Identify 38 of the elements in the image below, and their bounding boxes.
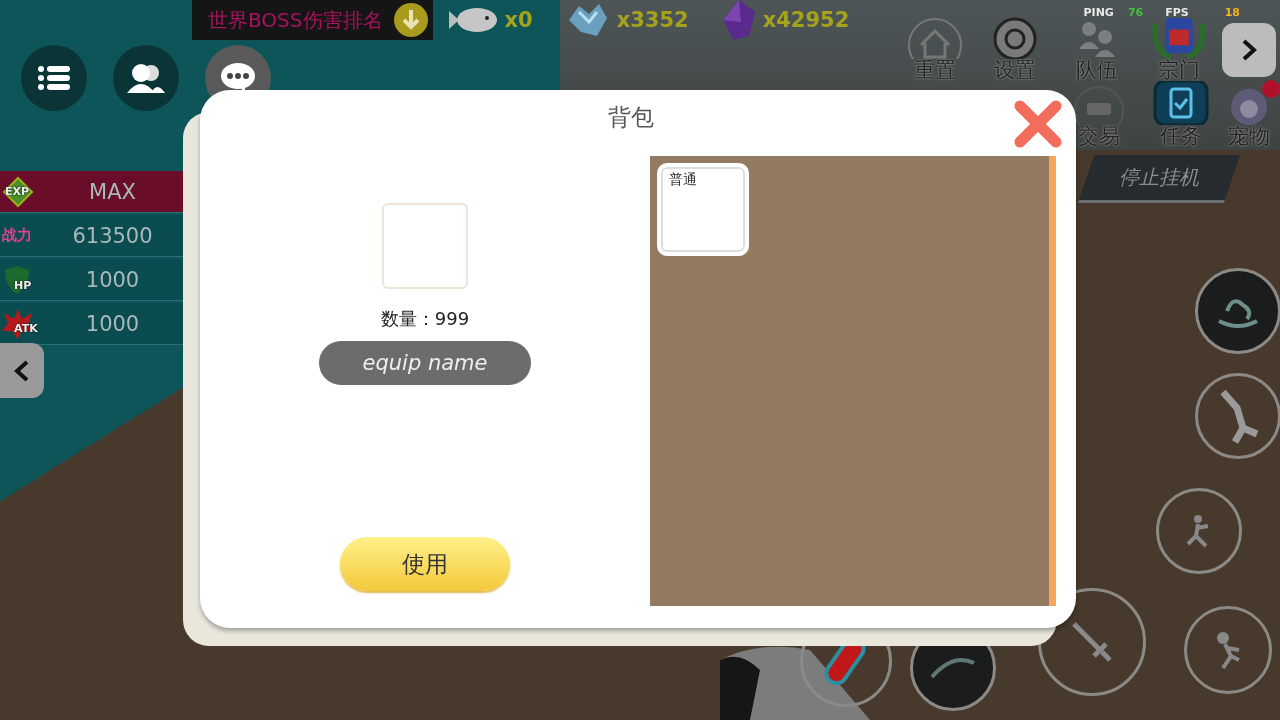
house-icon: [907, 15, 963, 59]
fps-label: FPS: [1165, 6, 1189, 19]
close-button[interactable]: [1014, 100, 1062, 148]
stat-label: EXP: [5, 185, 30, 197]
currency-amount: x42952: [762, 8, 850, 32]
stat-label: HP: [14, 279, 32, 291]
stat-value: MAX: [88, 179, 137, 204]
stat-value: 1000: [84, 267, 141, 292]
diamond-icon: [2, 175, 34, 208]
sword-icon: [1070, 620, 1114, 664]
use-button[interactable]: 使用: [340, 537, 510, 591]
cart-icon: [1071, 85, 1127, 125]
list-icon: [38, 66, 70, 90]
currency-amount: x0: [504, 8, 533, 32]
close-icon: [1014, 100, 1062, 148]
gem-icon: [720, 0, 757, 42]
clipboard-icon: [1153, 81, 1209, 125]
inventory-slot[interactable]: 普通: [657, 163, 749, 256]
people-icon: [127, 63, 165, 93]
currency-amount: x3352: [616, 8, 689, 32]
ping-label: PING: [1083, 6, 1114, 19]
boss-ranking-label: 世界BOSS伤害排名: [208, 6, 383, 34]
stat-value: 613500: [71, 223, 154, 248]
item-name: equip name: [319, 341, 531, 385]
ping-value: 76: [1127, 6, 1144, 19]
fps-value: 18: [1224, 6, 1240, 19]
item-quantity: 数量：999: [380, 307, 470, 331]
download-icon: [392, 2, 429, 38]
chevron-right-icon: [1241, 38, 1257, 62]
boss-ranking-banner[interactable]: 世界BOSS伤害排名: [192, 0, 433, 40]
stop-idle-button[interactable]: 停止挂机: [1078, 155, 1240, 203]
shield-icon: [2, 265, 32, 294]
chevron-left-icon: [14, 358, 30, 383]
stat-label: 战力: [2, 228, 32, 243]
back-button[interactable]: [0, 343, 44, 398]
next-button[interactable]: [1222, 23, 1276, 77]
dialog-title: 背包: [608, 103, 654, 132]
stat-value: 1000: [84, 311, 141, 336]
